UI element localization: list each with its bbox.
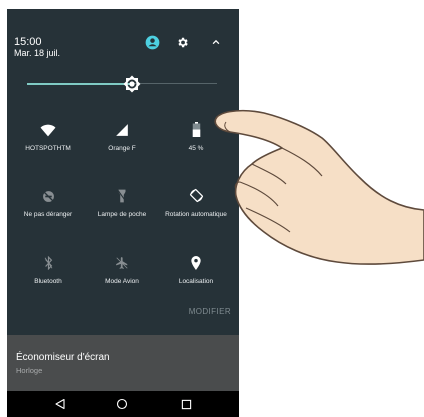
tile-airplane-mode[interactable]: Mode Avion xyxy=(84,252,160,286)
flashlight-off-icon xyxy=(84,185,160,203)
brightness-fill xyxy=(27,82,132,85)
tile-label: Bluetooth xyxy=(34,278,62,285)
status-clock: 15:00 Mar. 18 juil. xyxy=(14,36,60,58)
home-icon[interactable] xyxy=(115,397,129,411)
notification-title: Économiseur d'écran xyxy=(16,352,110,363)
signal-icon xyxy=(84,119,160,137)
settings-gear-icon[interactable] xyxy=(174,34,190,50)
notification-subtitle: Horloge xyxy=(16,366,43,375)
wifi-icon xyxy=(10,119,86,137)
tile-label: Orange F xyxy=(108,145,136,152)
tile-label: Lampe de poche xyxy=(97,211,147,218)
notification-card[interactable]: Économiseur d'écran Horloge xyxy=(7,335,239,391)
tile-label: HOTSPOTHTM xyxy=(25,145,71,152)
navigation-bar xyxy=(7,391,239,417)
back-icon[interactable] xyxy=(53,397,67,411)
tile-bluetooth[interactable]: Bluetooth xyxy=(10,252,86,286)
tile-label: Mode Avion xyxy=(105,278,139,285)
swipe-hand-icon xyxy=(214,109,424,265)
brightness-slider[interactable] xyxy=(27,75,217,93)
clock-time: 15:00 xyxy=(14,36,42,48)
brightness-thumb-icon[interactable] xyxy=(123,75,141,93)
recent-apps-icon[interactable] xyxy=(179,397,193,411)
tile-label: Ne pas déranger xyxy=(23,211,73,218)
clock-date: Mar. 18 juil. xyxy=(14,48,61,58)
airplane-mode-icon xyxy=(84,252,160,270)
collapse-chevron-up-icon[interactable] xyxy=(208,34,224,50)
quick-settings-panel: 15:00 Mar. 18 juil. HOTSPOTHTM Orange F … xyxy=(7,9,239,335)
tile-mobile-network[interactable]: Orange F xyxy=(84,119,160,153)
tile-do-not-disturb[interactable]: Ne pas déranger xyxy=(10,185,86,219)
modifier-button[interactable]: MODIFIER xyxy=(189,307,231,316)
bluetooth-off-icon xyxy=(10,252,86,270)
do-not-disturb-off-icon xyxy=(10,185,86,203)
tile-wifi-hotspot[interactable]: HOTSPOTHTM xyxy=(10,119,86,153)
phone-screen: 15:00 Mar. 18 juil. HOTSPOTHTM Orange F … xyxy=(7,9,239,417)
tile-flashlight[interactable]: Lampe de poche xyxy=(84,185,160,219)
tile-label: Localisation xyxy=(178,278,214,285)
user-account-icon[interactable] xyxy=(144,34,160,50)
